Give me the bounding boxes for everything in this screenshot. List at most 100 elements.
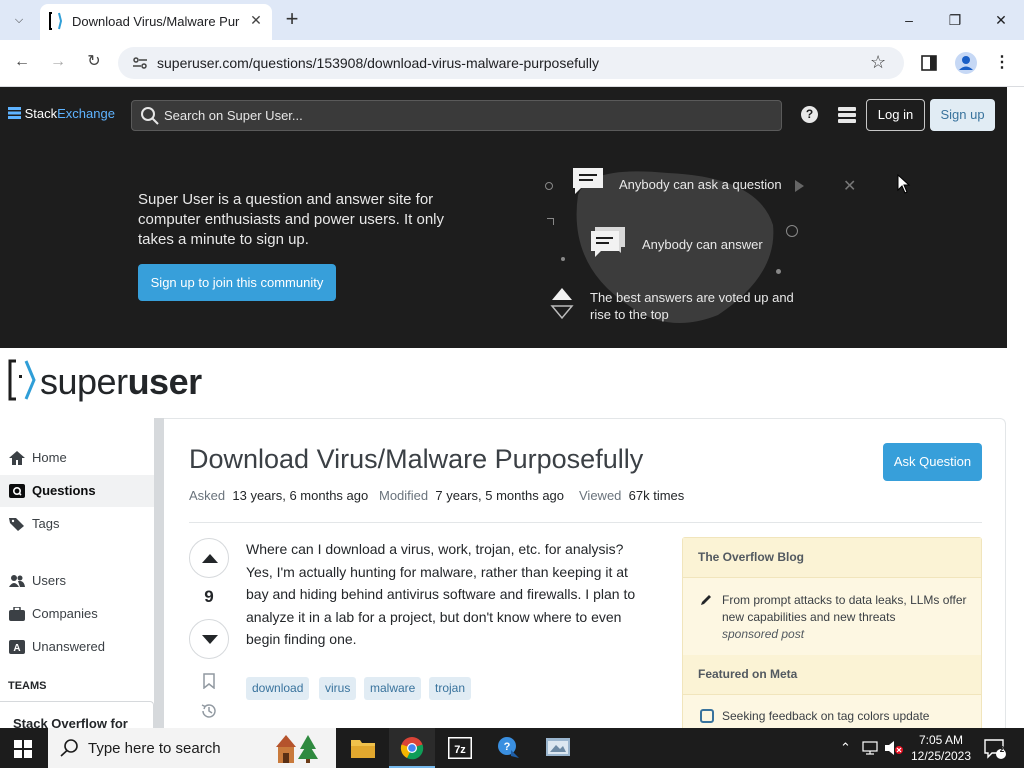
windows-start-icon[interactable] <box>14 740 32 758</box>
teams-heading: TEAMS <box>8 680 47 692</box>
users-icon <box>9 575 25 587</box>
sidebar-scrollbar[interactable] <box>154 418 164 730</box>
sidebar-item-label: Users <box>32 573 66 588</box>
unanswered-icon: A <box>9 640 25 654</box>
forward-button[interactable]: → <box>44 48 72 76</box>
question-title[interactable]: Download Virus/Malware Purposefully <box>189 444 643 475</box>
modified-value[interactable]: 7 years, 5 months ago <box>435 488 564 503</box>
upvote-arrow-icon <box>202 554 218 563</box>
viewed-value: 67k times <box>628 488 685 503</box>
site-name: superuser <box>40 361 202 403</box>
url-text: superuser.com/questions/153908/download-… <box>157 55 600 71</box>
app-window-icon <box>546 738 570 756</box>
taskbar-chrome[interactable] <box>389 728 435 768</box>
banner-decor-dot <box>786 225 798 237</box>
signup-button[interactable]: Sign up <box>930 99 995 131</box>
browser-menu-icon[interactable]: ⋮ <box>994 52 1010 72</box>
taskbar-search-input[interactable]: Type here to search <box>48 728 336 768</box>
meta-post-link[interactable]: Seeking feedback on tag colors update <box>722 709 929 723</box>
maximize-button[interactable]: ❐ <box>935 6 975 34</box>
blog-post-link[interactable]: From prompt attacks to data leaks, LLMs … <box>722 592 970 626</box>
logo-exchange-text: Exchange <box>57 106 115 121</box>
sidebar-item-tags[interactable]: Tags <box>0 508 154 540</box>
tab-search-button[interactable]: ⌵ <box>8 9 30 31</box>
show-hidden-icons-icon[interactable]: ⌃ <box>840 740 851 756</box>
login-button[interactable]: Log in <box>866 99 925 131</box>
bookmark-star-icon[interactable]: ☆ <box>870 52 886 73</box>
profile-avatar-icon[interactable] <box>955 52 977 74</box>
help-icon[interactable]: ? <box>801 106 818 123</box>
sidebar-item-label: Tags <box>32 516 60 531</box>
downvote-button[interactable] <box>189 619 229 659</box>
banner-decor-dot <box>561 257 565 261</box>
minimize-button[interactable]: – <box>889 6 929 34</box>
reload-button[interactable]: ↻ <box>80 48 108 76</box>
sidebar-item-users[interactable]: Users <box>0 565 154 597</box>
sidebar-item-companies[interactable]: Companies <box>0 598 154 630</box>
notification-count: 2 <box>999 745 1005 754</box>
banner-pitch: Super User is a question and answer site… <box>138 191 444 248</box>
vote-arrows-icon <box>550 288 574 320</box>
superuser-logo[interactable]: superuser <box>8 359 218 407</box>
windows-taskbar: Type here to search 7z ? ⌃ 7:05 AM 12/25… <box>0 728 1024 768</box>
sidebar-item-label: Home <box>32 450 67 465</box>
sidebar-item-questions[interactable]: Questions <box>0 475 154 507</box>
feature-ask: Anybody can ask a question <box>619 177 782 192</box>
taskbar-help[interactable]: ? <box>486 728 532 768</box>
banner-decor-dot <box>776 269 781 274</box>
stackexchange-logo[interactable]: StackExchange <box>8 106 115 121</box>
tag-download[interactable]: download <box>246 677 310 700</box>
welcome-banner: Super User is a question and answer site… <box>0 143 1007 348</box>
svg-text:?: ? <box>504 741 511 753</box>
sidebar-item-home[interactable]: Home <box>0 442 154 474</box>
site-search-input[interactable]: Search on Super User... <box>131 100 782 131</box>
clock-date: 12/25/2023 <box>910 749 972 763</box>
taskbar-clock[interactable]: 7:05 AM 12/25/2023 <box>906 732 976 764</box>
banner-close-icon[interactable]: ✕ <box>843 176 856 196</box>
tab-title: Download Virus/Malware Purpos <box>72 14 240 29</box>
asked-label: Asked <box>189 488 226 503</box>
ask-question-button[interactable]: Ask Question <box>883 443 982 481</box>
viewed-label: Viewed <box>579 488 622 503</box>
tag-trojan[interactable]: trojan <box>429 677 472 700</box>
tag-malware[interactable]: malware <box>364 677 422 700</box>
stackexchange-icon <box>8 107 21 119</box>
tag-virus[interactable]: virus <box>319 677 357 700</box>
history-icon[interactable] <box>200 702 218 720</box>
answer-feature-icon <box>591 227 625 257</box>
site-topbar: StackExchange Search on Super User... ? … <box>0 87 1007 143</box>
meta-heading: Featured on Meta <box>698 667 798 681</box>
banner-decor-dot <box>545 182 553 190</box>
vote-count: 9 <box>204 587 214 606</box>
taskbar-app[interactable] <box>535 728 581 768</box>
search-icon <box>60 739 78 757</box>
chrome-icon <box>400 737 424 760</box>
logo-stack-text: Stack <box>24 106 58 121</box>
sidebar-widget: The Overflow Blog From prompt attacks to… <box>682 537 982 737</box>
bookmark-icon[interactable] <box>202 673 216 689</box>
browser-tab[interactable]: Download Virus/Malware Purpos ✕ <box>40 4 272 40</box>
briefcase-icon <box>9 607 25 621</box>
7zip-icon: 7z <box>448 737 472 759</box>
site-info-icon[interactable] <box>130 53 150 73</box>
back-button[interactable]: ← <box>8 48 36 76</box>
folder-icon <box>351 740 375 758</box>
address-bar[interactable]: superuser.com/questions/153908/download-… <box>118 47 904 79</box>
blog-post-sponsored: sponsored post <box>722 627 805 641</box>
new-tab-button[interactable]: + <box>280 8 304 32</box>
taskbar-file-explorer[interactable] <box>340 728 386 768</box>
join-community-button[interactable]: Sign up to join this community <box>138 264 336 301</box>
superuser-logo-icon <box>8 359 36 401</box>
close-window-button[interactable]: ✕ <box>981 6 1021 34</box>
asked-value: 13 years, 6 months ago <box>232 488 369 503</box>
tag-icon <box>9 518 24 531</box>
sidebar-item-unanswered[interactable]: A Unanswered <box>0 631 154 663</box>
volume-muted-icon[interactable] <box>884 741 904 755</box>
tab-close-icon[interactable]: ✕ <box>246 10 266 30</box>
network-icon[interactable] <box>862 741 880 755</box>
taskbar-7zip[interactable]: 7z <box>437 728 483 768</box>
upvote-button[interactable] <box>189 538 229 578</box>
meta-header: Featured on Meta <box>683 655 981 695</box>
side-panel-icon[interactable] <box>921 55 937 71</box>
stackexchange-switcher-icon[interactable] <box>838 107 856 123</box>
